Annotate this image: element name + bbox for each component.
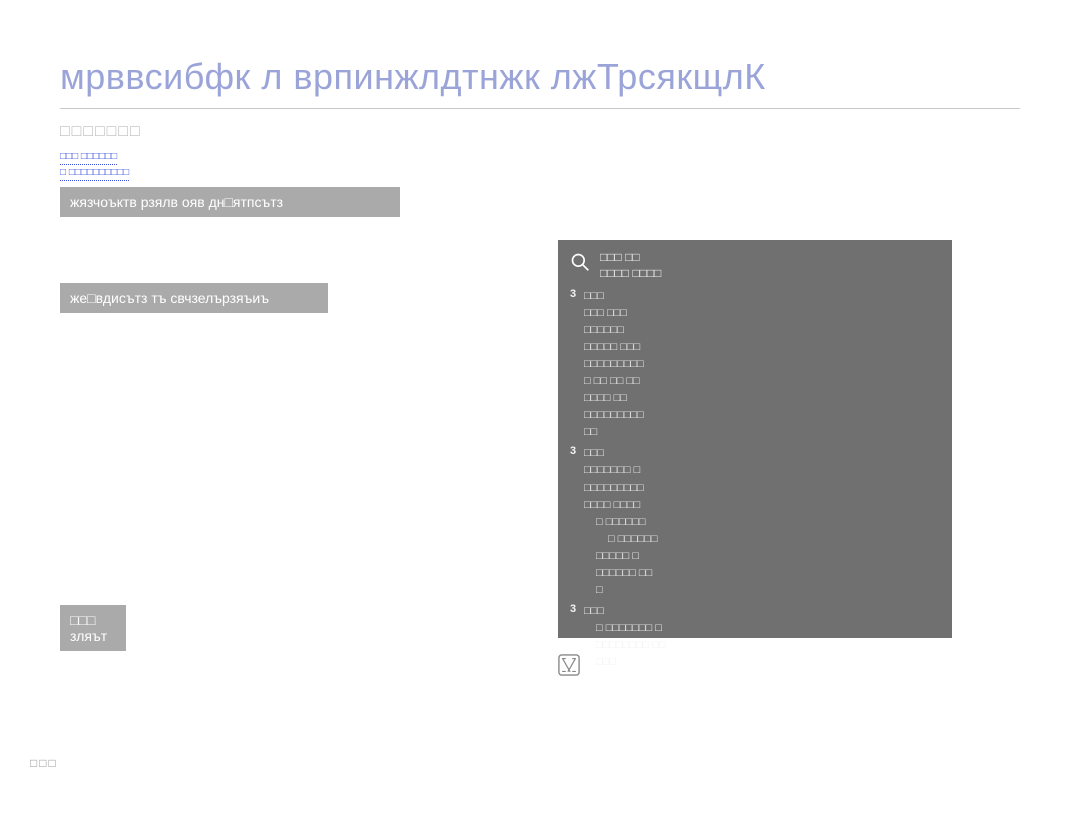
side-item-number: 3 — [570, 288, 584, 441]
side-item-line: □ — [584, 582, 938, 599]
side-item-line: □□□□□□□□□ — [584, 407, 938, 424]
page-number: □□□ — [30, 756, 58, 770]
side-item-line: □□□ — [584, 603, 938, 620]
side-title-2: □□□□ □□□□ — [600, 266, 661, 280]
side-item-line: □□□□□□□□□ — [584, 480, 938, 497]
link-1[interactable]: □□□ □□□□□□ — [60, 149, 117, 165]
side-title-1: □□□ □□ — [600, 250, 661, 264]
side-item-lines: □□□□□□ □□□□□□□□□□□□□□ □□□□□□□□□□□□□ □□ □… — [584, 288, 938, 441]
side-item-line: □□□ — [584, 288, 938, 305]
highlight-bar-2: же□вдисътз тъ свчзелързяъиъ — [60, 283, 328, 313]
highlight-bar-1: жязчоъктв рзялв ояв дн□ятпсътз — [60, 187, 400, 217]
side-item-lines: □□□□ □□□□□□□ □□□□□□□□□ □□□□□ — [584, 603, 938, 671]
side-item-line: □ □□□□□□□ □ — [584, 620, 938, 637]
magnifier-icon — [570, 252, 590, 272]
highlight-bar-3: □□□ зляът — [60, 605, 126, 651]
side-item-line: □□□ □□□ — [584, 305, 938, 322]
side-panel-body: 3□□□□□□ □□□□□□□□□□□□□□ □□□□□□□□□□□□□ □□ … — [570, 288, 938, 671]
side-item-line: □□□□□□ — [584, 322, 938, 339]
side-item-line: □ □□□□□□ — [584, 514, 938, 531]
side-item-line: □□□□□□□ □ — [584, 462, 938, 479]
side-item-line: □□ — [584, 424, 938, 441]
side-item-line: □ □□□□□□ — [584, 531, 938, 548]
side-item-line: □□□□ □□ — [584, 390, 938, 407]
side-item-line: □□□□□□ □□ — [584, 565, 938, 582]
page-title: мрввсибфк л врпинжлдтнжк лжТрсякщлК — [60, 56, 1020, 98]
side-item: 3□□□□□□□□□□ □□□□□□□□□□□□□□ □□□□□ □□□□□□□… — [570, 445, 938, 598]
side-item: 3□□□□ □□□□□□□ □□□□□□□□□ □□□□□ — [570, 603, 938, 671]
side-item: 3□□□□□□ □□□□□□□□□□□□□□ □□□□□□□□□□□□□ □□ … — [570, 288, 938, 441]
note-icon — [558, 654, 580, 676]
link-2[interactable]: □ □□□□□□□□□□ — [60, 165, 129, 181]
link-block: □□□ □□□□□□ □ □□□□□□□□□□ — [60, 149, 1020, 181]
side-item-line: □□□□□□□□□ — [584, 356, 938, 373]
side-item-line: □□□□□ □□□ — [584, 339, 938, 356]
side-item-line: □ □□ □□ □□ — [584, 373, 938, 390]
side-item-number: 3 — [570, 445, 584, 598]
section-heading: □□□□□□□ — [60, 123, 1020, 141]
side-item-line: □□□□□ □ — [584, 548, 938, 565]
side-item-line: □□□ — [584, 654, 938, 671]
side-item-lines: □□□□□□□□□□ □□□□□□□□□□□□□□ □□□□□ □□□□□□□ … — [584, 445, 938, 598]
side-item-line: □□□□□□□□ □□ — [584, 637, 938, 654]
side-panel: □□□ □□ □□□□ □□□□ 3□□□□□□ □□□□□□□□□□□□□□ … — [558, 240, 952, 638]
title-underline — [60, 108, 1020, 109]
side-item-line: □□□ — [584, 445, 938, 462]
page: мрввсибфк л врпинжлдтнжк лжТрсякщлК □□□□… — [0, 0, 1080, 827]
side-item-line: □□□□ □□□□ — [584, 497, 938, 514]
